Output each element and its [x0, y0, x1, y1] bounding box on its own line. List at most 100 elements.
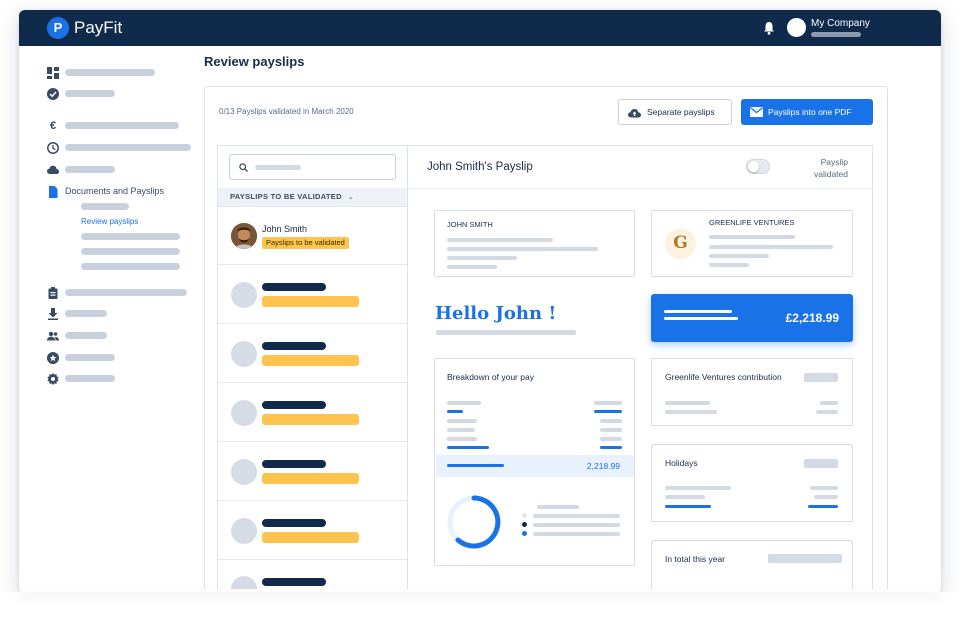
- company-logo: G: [665, 228, 696, 259]
- sidebar-subitem-placeholder[interactable]: [81, 248, 180, 255]
- separate-payslips-button[interactable]: Separate payslips: [618, 99, 732, 125]
- sidebar-subitem-placeholder[interactable]: [81, 233, 180, 240]
- list-divider: [218, 323, 408, 324]
- payslip-title: John Smith's Payslip: [427, 161, 533, 173]
- sidebar-item-placeholder[interactable]: [65, 289, 187, 296]
- text-placeholder: [447, 419, 477, 423]
- badge-placeholder: [262, 296, 359, 307]
- sidebar-item-placeholder[interactable]: [65, 375, 115, 382]
- app-name[interactable]: PayFit: [74, 18, 122, 38]
- holidays-card: [651, 444, 853, 522]
- list-divider: [218, 264, 408, 265]
- search-icon: [239, 163, 248, 172]
- avatar-placeholder: [231, 518, 257, 544]
- clipboard-icon[interactable]: [47, 287, 59, 299]
- text-placeholder: [537, 505, 579, 509]
- text-placeholder: [665, 401, 710, 405]
- payslips-into-pdf-button[interactable]: Payslips into one PDF: [741, 99, 873, 125]
- sidebar-item-placeholder[interactable]: [65, 69, 155, 76]
- company-avatar[interactable]: [787, 18, 806, 37]
- payfit-logo-icon[interactable]: P: [47, 17, 69, 39]
- badge-placeholder: [262, 473, 359, 484]
- text-placeholder: [665, 486, 731, 490]
- avatar-placeholder: [231, 341, 257, 367]
- text-placeholder: [533, 514, 620, 518]
- donut-chart: [447, 495, 501, 549]
- legend-dot: [522, 513, 527, 518]
- sidebar-subitem-placeholder[interactable]: [81, 203, 129, 210]
- mail-icon: [750, 107, 763, 117]
- text-placeholder: [600, 437, 622, 441]
- text-placeholder: [709, 235, 795, 239]
- document-icon[interactable]: [47, 186, 59, 198]
- section-header-label: PAYSLIPS TO BE VALIDATED: [230, 192, 342, 201]
- breakdown-total-value: 2,218.99: [586, 461, 620, 471]
- gear-icon[interactable]: [47, 373, 59, 385]
- people-icon[interactable]: [47, 330, 59, 342]
- euro-icon[interactable]: €: [47, 120, 59, 132]
- holidays-title: Holidays: [665, 458, 698, 468]
- download-icon[interactable]: [47, 308, 59, 320]
- sidebar-item-placeholder[interactable]: [65, 90, 115, 97]
- employee-name: John Smith: [262, 224, 308, 234]
- detail-divider: [408, 188, 873, 189]
- text-placeholder: [810, 486, 838, 490]
- sidebar-subitem-placeholder[interactable]: [81, 263, 180, 270]
- badge-placeholder: [262, 414, 359, 425]
- payslips-to-validate-header[interactable]: PAYSLIPS TO BE VALIDATED ⌄: [218, 188, 408, 206]
- sidebar-item-documents-label[interactable]: Documents and Payslips: [65, 186, 164, 197]
- badge-placeholder: [262, 532, 359, 543]
- company-name[interactable]: My Company: [811, 18, 870, 30]
- sidebar-item-placeholder[interactable]: [65, 166, 115, 173]
- sidebar-item-placeholder[interactable]: [65, 354, 115, 361]
- text-placeholder: [447, 401, 481, 405]
- text-placeholder: [814, 495, 838, 499]
- badge-placeholder: [262, 355, 359, 366]
- search-input[interactable]: [229, 154, 396, 180]
- dashboard-icon[interactable]: [47, 67, 59, 79]
- payslips-into-pdf-label: Payslips into one PDF: [768, 107, 852, 117]
- text-placeholder: [533, 523, 620, 527]
- contribution-card: [651, 358, 853, 426]
- sidebar-item-placeholder[interactable]: [65, 144, 191, 151]
- name-placeholder: [262, 460, 326, 468]
- sidebar-subitem-review-payslips[interactable]: Review payslips: [81, 217, 138, 227]
- text-placeholder: [820, 401, 838, 405]
- name-placeholder: [262, 401, 326, 409]
- sidebar-item-placeholder[interactable]: [65, 332, 107, 339]
- employee-card-label: JOHN SMITH: [447, 220, 493, 229]
- separate-payslips-label: Separate payslips: [647, 107, 715, 117]
- year-total-title: In total this year: [665, 554, 726, 564]
- value-bar: [594, 410, 622, 413]
- name-placeholder: [262, 578, 326, 586]
- text-placeholder: [709, 263, 749, 267]
- value-placeholder: [804, 373, 838, 382]
- value-bar: [447, 410, 463, 413]
- payslip-validated-label: Payslip validated: [813, 157, 848, 179]
- value-bar: [808, 505, 838, 508]
- total-label-placeholder: [447, 464, 504, 467]
- clock-icon[interactable]: [47, 142, 59, 154]
- payslip-validated-toggle[interactable]: [746, 159, 770, 174]
- cloud-icon[interactable]: [47, 164, 59, 176]
- text-placeholder: [594, 401, 622, 405]
- check-circle-icon[interactable]: [47, 88, 59, 100]
- text-placeholder: [816, 410, 838, 414]
- avatar: [231, 223, 257, 249]
- sidebar-item-placeholder[interactable]: [65, 122, 179, 129]
- text-placeholder: [665, 495, 705, 499]
- text-placeholder: [600, 428, 622, 432]
- star-badge-icon[interactable]: [47, 352, 59, 364]
- name-placeholder: [262, 342, 326, 350]
- toggle-knob: [748, 161, 759, 172]
- value-bar: [447, 446, 489, 449]
- window-bottom-edge: [19, 589, 941, 592]
- text-placeholder: [447, 256, 517, 260]
- list-divider: [218, 206, 408, 207]
- contribution-title: Greenlife Ventures contribution: [665, 372, 782, 382]
- avatar-placeholder: [231, 282, 257, 308]
- bell-icon[interactable]: [763, 21, 775, 35]
- sidebar-item-placeholder[interactable]: [65, 310, 107, 317]
- name-placeholder: [262, 283, 326, 291]
- text-placeholder: [709, 254, 769, 258]
